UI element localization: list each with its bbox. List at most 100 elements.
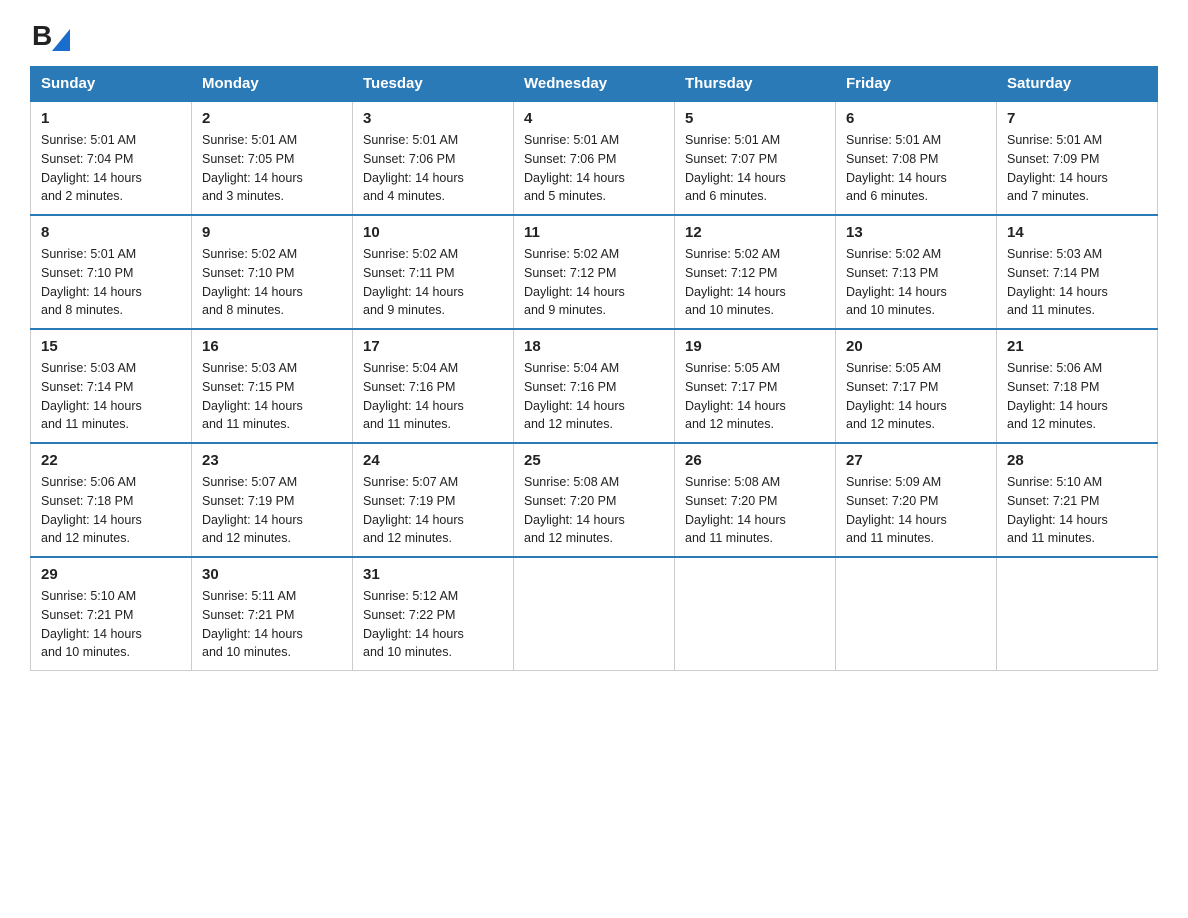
calendar-cell: 31 Sunrise: 5:12 AMSunset: 7:22 PMDayligh… bbox=[353, 557, 514, 671]
day-info: Sunrise: 5:01 AMSunset: 7:09 PMDaylight:… bbox=[1007, 131, 1147, 206]
day-number: 13 bbox=[846, 224, 986, 241]
day-number: 9 bbox=[202, 224, 342, 241]
calendar-cell: 15 Sunrise: 5:03 AMSunset: 7:14 PMDayligh… bbox=[31, 329, 192, 443]
week-row-1: 1 Sunrise: 5:01 AMSunset: 7:04 PMDaylight… bbox=[31, 101, 1158, 215]
calendar-cell: 1 Sunrise: 5:01 AMSunset: 7:04 PMDaylight… bbox=[31, 101, 192, 215]
day-info: Sunrise: 5:02 AMSunset: 7:11 PMDaylight:… bbox=[363, 245, 503, 320]
day-number: 19 bbox=[685, 338, 825, 355]
logo-triangle-icon bbox=[52, 29, 70, 51]
calendar-cell: 9 Sunrise: 5:02 AMSunset: 7:10 PMDaylight… bbox=[192, 215, 353, 329]
day-number: 11 bbox=[524, 224, 664, 241]
col-header-friday: Friday bbox=[836, 67, 997, 102]
calendar-cell: 21 Sunrise: 5:06 AMSunset: 7:18 PMDayligh… bbox=[997, 329, 1158, 443]
day-number: 26 bbox=[685, 452, 825, 469]
day-info: Sunrise: 5:01 AMSunset: 7:04 PMDaylight:… bbox=[41, 131, 181, 206]
calendar-cell: 29Sunrise: 5:10 AMSunset: 7:21 PMDayligh… bbox=[31, 557, 192, 671]
calendar-cell: 4 Sunrise: 5:01 AMSunset: 7:06 PMDaylight… bbox=[514, 101, 675, 215]
day-info: Sunrise: 5:08 AMSunset: 7:20 PMDaylight:… bbox=[524, 473, 664, 548]
day-number: 24 bbox=[363, 452, 503, 469]
col-header-sunday: Sunday bbox=[31, 67, 192, 102]
col-header-thursday: Thursday bbox=[675, 67, 836, 102]
day-info: Sunrise: 5:11 AMSunset: 7:21 PMDaylight:… bbox=[202, 587, 342, 662]
col-header-tuesday: Tuesday bbox=[353, 67, 514, 102]
calendar-cell: 22Sunrise: 5:06 AMSunset: 7:18 PMDayligh… bbox=[31, 443, 192, 557]
calendar-cell bbox=[514, 557, 675, 671]
day-number: 3 bbox=[363, 110, 503, 127]
day-info: Sunrise: 5:02 AMSunset: 7:12 PMDaylight:… bbox=[685, 245, 825, 320]
day-number: 8 bbox=[41, 224, 181, 241]
logo-b: B bbox=[32, 20, 52, 52]
week-row-4: 22Sunrise: 5:06 AMSunset: 7:18 PMDayligh… bbox=[31, 443, 1158, 557]
logo-text: B bbox=[30, 20, 70, 52]
calendar-cell: 28 Sunrise: 5:10 AMSunset: 7:21 PMDayligh… bbox=[997, 443, 1158, 557]
day-info: Sunrise: 5:09 AMSunset: 7:20 PMDaylight:… bbox=[846, 473, 986, 548]
day-number: 14 bbox=[1007, 224, 1147, 241]
logo: B bbox=[30, 20, 70, 48]
day-number: 1 bbox=[41, 110, 181, 127]
day-info: Sunrise: 5:02 AMSunset: 7:13 PMDaylight:… bbox=[846, 245, 986, 320]
day-info: Sunrise: 5:05 AMSunset: 7:17 PMDaylight:… bbox=[685, 359, 825, 434]
day-info: Sunrise: 5:01 AMSunset: 7:06 PMDaylight:… bbox=[524, 131, 664, 206]
day-number: 21 bbox=[1007, 338, 1147, 355]
day-number: 2 bbox=[202, 110, 342, 127]
week-row-5: 29Sunrise: 5:10 AMSunset: 7:21 PMDayligh… bbox=[31, 557, 1158, 671]
day-number: 22 bbox=[41, 452, 181, 469]
calendar-cell: 14 Sunrise: 5:03 AMSunset: 7:14 PMDayligh… bbox=[997, 215, 1158, 329]
day-info: Sunrise: 5:05 AMSunset: 7:17 PMDaylight:… bbox=[846, 359, 986, 434]
day-info: Sunrise: 5:03 AMSunset: 7:14 PMDaylight:… bbox=[41, 359, 181, 434]
day-number: 16 bbox=[202, 338, 342, 355]
calendar-cell: 30 Sunrise: 5:11 AMSunset: 7:21 PMDayligh… bbox=[192, 557, 353, 671]
calendar-cell: 23 Sunrise: 5:07 AMSunset: 7:19 PMDayligh… bbox=[192, 443, 353, 557]
day-info: Sunrise: 5:01 AMSunset: 7:07 PMDaylight:… bbox=[685, 131, 825, 206]
week-row-2: 8 Sunrise: 5:01 AMSunset: 7:10 PMDaylight… bbox=[31, 215, 1158, 329]
day-info: Sunrise: 5:08 AMSunset: 7:20 PMDaylight:… bbox=[685, 473, 825, 548]
day-info: Sunrise: 5:04 AMSunset: 7:16 PMDaylight:… bbox=[363, 359, 503, 434]
day-info: Sunrise: 5:01 AMSunset: 7:05 PMDaylight:… bbox=[202, 131, 342, 206]
col-header-monday: Monday bbox=[192, 67, 353, 102]
calendar-cell: 27 Sunrise: 5:09 AMSunset: 7:20 PMDayligh… bbox=[836, 443, 997, 557]
day-number: 5 bbox=[685, 110, 825, 127]
calendar-cell: 20Sunrise: 5:05 AMSunset: 7:17 PMDayligh… bbox=[836, 329, 997, 443]
day-info: Sunrise: 5:01 AMSunset: 7:06 PMDaylight:… bbox=[363, 131, 503, 206]
day-info: Sunrise: 5:06 AMSunset: 7:18 PMDaylight:… bbox=[1007, 359, 1147, 434]
day-number: 25 bbox=[524, 452, 664, 469]
day-number: 23 bbox=[202, 452, 342, 469]
day-number: 30 bbox=[202, 566, 342, 583]
day-number: 6 bbox=[846, 110, 986, 127]
col-header-saturday: Saturday bbox=[997, 67, 1158, 102]
calendar-cell bbox=[997, 557, 1158, 671]
day-info: Sunrise: 5:03 AMSunset: 7:15 PMDaylight:… bbox=[202, 359, 342, 434]
day-number: 28 bbox=[1007, 452, 1147, 469]
day-info: Sunrise: 5:04 AMSunset: 7:16 PMDaylight:… bbox=[524, 359, 664, 434]
calendar-cell: 10 Sunrise: 5:02 AMSunset: 7:11 PMDayligh… bbox=[353, 215, 514, 329]
calendar-cell: 19 Sunrise: 5:05 AMSunset: 7:17 PMDayligh… bbox=[675, 329, 836, 443]
day-info: Sunrise: 5:02 AMSunset: 7:10 PMDaylight:… bbox=[202, 245, 342, 320]
calendar-cell: 8 Sunrise: 5:01 AMSunset: 7:10 PMDaylight… bbox=[31, 215, 192, 329]
day-number: 27 bbox=[846, 452, 986, 469]
day-number: 15 bbox=[41, 338, 181, 355]
page-header: B bbox=[30, 20, 1158, 48]
calendar-cell: 3 Sunrise: 5:01 AMSunset: 7:06 PMDaylight… bbox=[353, 101, 514, 215]
calendar-cell bbox=[836, 557, 997, 671]
day-info: Sunrise: 5:02 AMSunset: 7:12 PMDaylight:… bbox=[524, 245, 664, 320]
day-info: Sunrise: 5:07 AMSunset: 7:19 PMDaylight:… bbox=[202, 473, 342, 548]
day-number: 10 bbox=[363, 224, 503, 241]
day-number: 4 bbox=[524, 110, 664, 127]
day-info: Sunrise: 5:12 AMSunset: 7:22 PMDaylight:… bbox=[363, 587, 503, 662]
calendar-cell: 6Sunrise: 5:01 AMSunset: 7:08 PMDaylight… bbox=[836, 101, 997, 215]
day-info: Sunrise: 5:03 AMSunset: 7:14 PMDaylight:… bbox=[1007, 245, 1147, 320]
calendar-cell: 5 Sunrise: 5:01 AMSunset: 7:07 PMDaylight… bbox=[675, 101, 836, 215]
day-number: 29 bbox=[41, 566, 181, 583]
calendar-cell: 24Sunrise: 5:07 AMSunset: 7:19 PMDayligh… bbox=[353, 443, 514, 557]
calendar-cell: 25 Sunrise: 5:08 AMSunset: 7:20 PMDayligh… bbox=[514, 443, 675, 557]
day-info: Sunrise: 5:01 AMSunset: 7:10 PMDaylight:… bbox=[41, 245, 181, 320]
col-header-wednesday: Wednesday bbox=[514, 67, 675, 102]
day-number: 7 bbox=[1007, 110, 1147, 127]
day-number: 31 bbox=[363, 566, 503, 583]
calendar-table: SundayMondayTuesdayWednesdayThursdayFrid… bbox=[30, 66, 1158, 671]
calendar-cell: 17 Sunrise: 5:04 AMSunset: 7:16 PMDayligh… bbox=[353, 329, 514, 443]
calendar-cell: 2 Sunrise: 5:01 AMSunset: 7:05 PMDaylight… bbox=[192, 101, 353, 215]
day-info: Sunrise: 5:10 AMSunset: 7:21 PMDaylight:… bbox=[1007, 473, 1147, 548]
day-number: 17 bbox=[363, 338, 503, 355]
calendar-cell: 18Sunrise: 5:04 AMSunset: 7:16 PMDayligh… bbox=[514, 329, 675, 443]
